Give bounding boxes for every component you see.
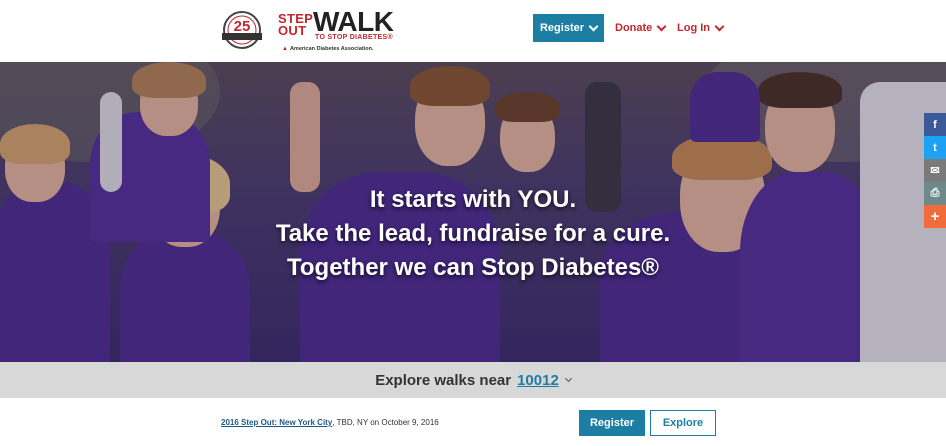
- walk-name-link[interactable]: 2016 Step Out: New York City: [221, 418, 332, 427]
- ada-text: American Diabetes Association.: [289, 46, 374, 52]
- hero-banner: It starts with YOU. Take the lead, fundr…: [0, 62, 946, 362]
- register-nav-button[interactable]: Register: [533, 14, 604, 42]
- logo-ada: ▲ American Diabetes Association.: [282, 46, 374, 52]
- print-icon[interactable]: ⎙: [924, 182, 946, 205]
- donate-nav-link[interactable]: Donate: [615, 14, 667, 42]
- walk-details: , TBD, NY on October 9, 2016: [332, 418, 439, 427]
- social-share-bar: f t ✉ ⎙ +: [924, 113, 946, 228]
- logo-step-out: STEP OUT: [278, 11, 313, 38]
- chevron-down-icon[interactable]: [564, 374, 572, 382]
- badge-number: 25: [234, 18, 251, 35]
- hero-line-3: Together we can Stop Diabetes®: [287, 254, 659, 281]
- walk-listing-row: 2016 Step Out: New York City, TBD, NY on…: [0, 398, 946, 446]
- twitter-icon[interactable]: t: [924, 136, 946, 159]
- hero-line-2: Take the lead, fundraise for a cure.: [275, 220, 671, 247]
- logo-tagline: TO STOP DIABETES®: [315, 34, 393, 41]
- register-nav-label: Register: [539, 22, 585, 34]
- 25-anniversary-badge: 25: [222, 11, 262, 49]
- login-label: Log In: [677, 22, 710, 34]
- chevron-down-icon: [588, 21, 599, 31]
- logo-walk: WALK: [313, 6, 394, 37]
- explore-label: Explore walks near: [375, 371, 512, 389]
- chevron-down-icon: [656, 21, 667, 31]
- site-header: 25 STEP OUT WALK TO STOP DIABETES® ▲ Amer…: [0, 0, 946, 62]
- email-icon[interactable]: ✉: [924, 159, 946, 182]
- explore-walks-bar: Explore walks near 10012: [0, 362, 946, 398]
- walk-explore-button[interactable]: Explore: [650, 410, 716, 436]
- facebook-icon[interactable]: f: [924, 113, 946, 136]
- step-out-walk-logo[interactable]: 25 STEP OUT WALK TO STOP DIABETES® ▲ Amer…: [220, 6, 400, 58]
- donate-label: Donate: [615, 22, 653, 34]
- walk-listing: 2016 Step Out: New York City, TBD, NY on…: [221, 418, 439, 427]
- walk-register-button[interactable]: Register: [579, 410, 645, 436]
- chevron-down-icon: [714, 21, 725, 31]
- zip-code-link[interactable]: 10012: [517, 372, 559, 389]
- login-nav-link[interactable]: Log In: [677, 14, 725, 42]
- ada-triangle-icon: ▲: [282, 46, 288, 52]
- hero-line-1: It starts with YOU.: [369, 186, 577, 213]
- plus-icon[interactable]: +: [924, 205, 946, 228]
